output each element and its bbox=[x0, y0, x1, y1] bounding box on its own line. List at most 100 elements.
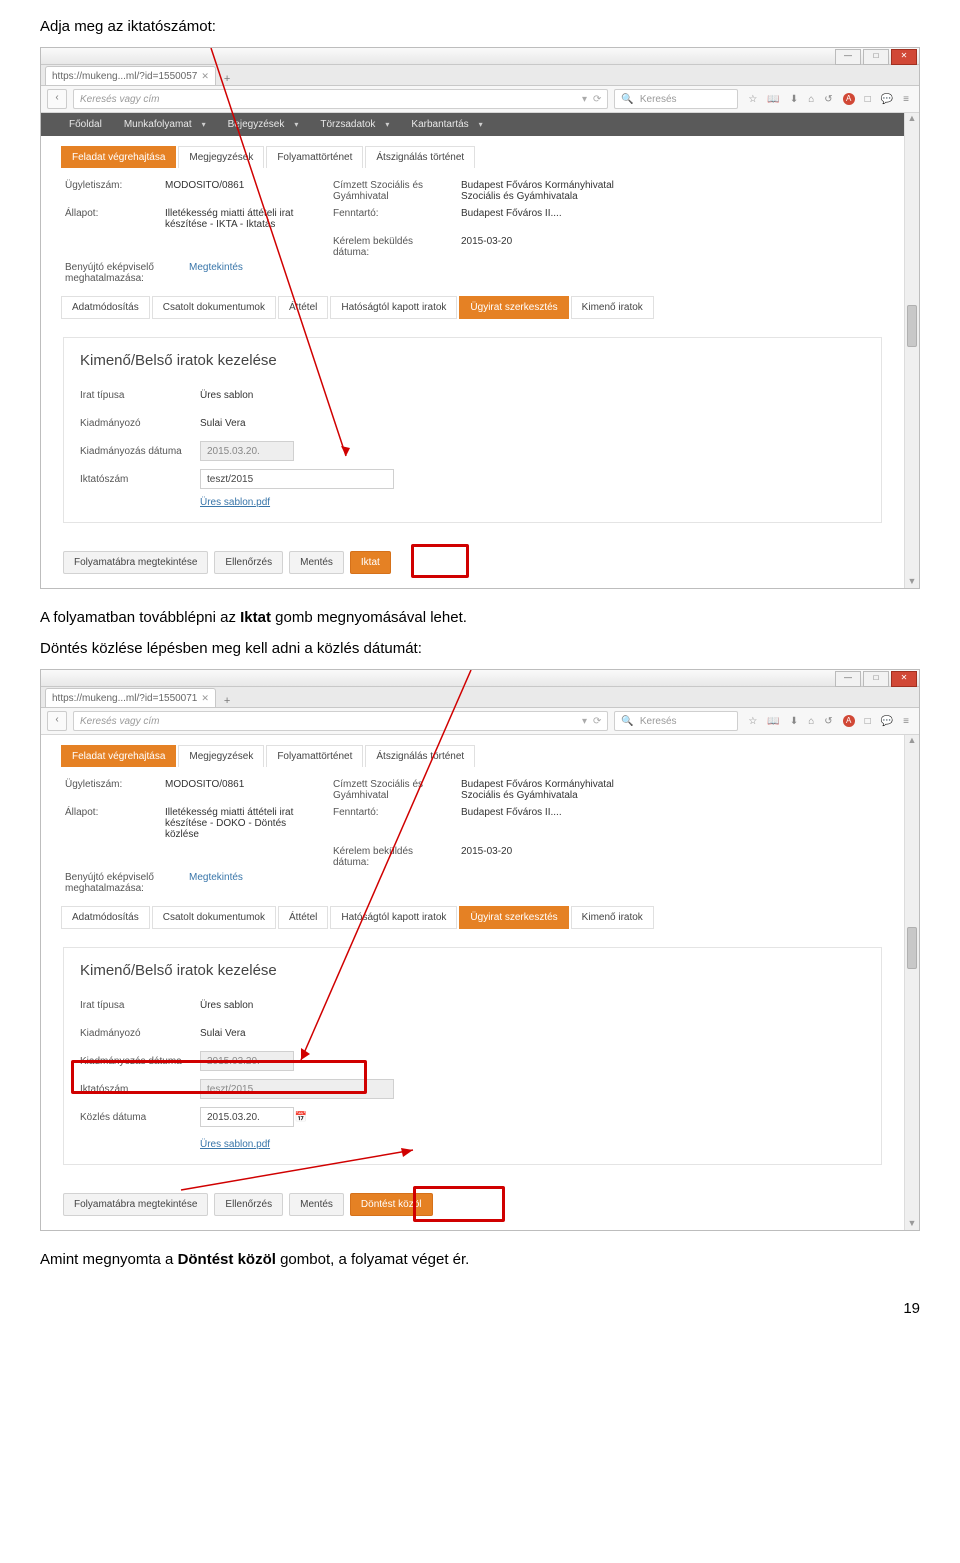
nav-item-karbantartas[interactable]: Karbantartás▾ bbox=[403, 117, 490, 132]
input-iktatoszam[interactable] bbox=[200, 469, 394, 489]
subtab-attetel[interactable]: Áttétel bbox=[278, 296, 328, 319]
subtab-csatolt[interactable]: Csatolt dokumentumok bbox=[152, 296, 276, 319]
adblock-icon[interactable]: A bbox=[843, 93, 855, 105]
chat-icon[interactable]: 💬 bbox=[881, 716, 893, 727]
value-kiadmanyozo: Sulai Vera bbox=[200, 418, 246, 429]
reload-icon[interactable]: ⟳ bbox=[593, 94, 601, 105]
tab-folyamattortenet[interactable]: Folyamattörténet bbox=[266, 146, 363, 168]
home-icon[interactable]: ⌂ bbox=[808, 94, 814, 105]
nav-item-bejegyzesek[interactable]: Bejegyzések▾ bbox=[220, 117, 307, 132]
input-kozles-datuma[interactable] bbox=[200, 1107, 294, 1127]
tab-megjegyzesek[interactable]: Megjegyzések bbox=[178, 146, 264, 168]
library-icon[interactable]: 📖 bbox=[767, 716, 779, 727]
link-megtekintes[interactable]: Megtekintés bbox=[189, 262, 243, 284]
adblock-icon[interactable]: A bbox=[843, 715, 855, 727]
link-sablon-pdf[interactable]: Üres sablon.pdf bbox=[200, 1139, 865, 1150]
btn-folyamatabra[interactable]: Folyamatábra megtekintése bbox=[63, 551, 208, 574]
scroll-down-icon[interactable]: ▼ bbox=[908, 576, 917, 588]
sync-icon[interactable]: ↺ bbox=[824, 94, 832, 105]
tab-close-icon[interactable]: ✕ bbox=[201, 693, 209, 704]
nav-item-munkafolyamat[interactable]: Munkafolyamat▾ bbox=[116, 117, 214, 132]
doc-line-1: Adja meg az iktatószámot: bbox=[40, 16, 920, 37]
tab-megjegyzesek[interactable]: Megjegyzések bbox=[178, 745, 264, 767]
window-maximize-button[interactable]: □ bbox=[863, 671, 889, 687]
subtab-adatmodositas[interactable]: Adatmódosítás bbox=[61, 906, 150, 929]
chat-icon[interactable]: 💬 bbox=[881, 94, 893, 105]
menu-icon[interactable]: ≡ bbox=[903, 94, 909, 105]
new-tab-button[interactable]: + bbox=[218, 695, 236, 707]
subtab-ugyirat[interactable]: Ügyirat szerkesztés bbox=[459, 906, 568, 929]
address-bar[interactable]: Keresés vagy cím ▾ ⟳ bbox=[73, 89, 608, 109]
subtab-hatosag[interactable]: Hatóságtól kapott iratok bbox=[330, 906, 457, 929]
btn-mentes[interactable]: Mentés bbox=[289, 551, 344, 574]
scroll-thumb[interactable] bbox=[907, 927, 917, 969]
scroll-up-icon[interactable]: ▲ bbox=[908, 735, 917, 747]
action-bar: Folyamatábra megtekintése Ellenőrzés Men… bbox=[41, 1183, 904, 1230]
library-icon[interactable]: 📖 bbox=[767, 94, 779, 105]
subtab-csatolt[interactable]: Csatolt dokumentumok bbox=[152, 906, 276, 929]
downloads-icon[interactable]: ⬇ bbox=[790, 94, 798, 105]
window-minimize-button[interactable]: — bbox=[835, 49, 861, 65]
window-close-button[interactable]: ✕ bbox=[891, 671, 917, 687]
bookmark-icon[interactable]: ☆ bbox=[748, 94, 757, 105]
subtab-attetel[interactable]: Áttétel bbox=[278, 906, 328, 929]
subtab-kimeno[interactable]: Kimenő iratok bbox=[571, 906, 654, 929]
window-close-button[interactable]: ✕ bbox=[891, 49, 917, 65]
scroll-down-icon[interactable]: ▼ bbox=[908, 1218, 917, 1230]
scrollbar[interactable]: ▲ ▼ bbox=[904, 113, 919, 588]
nav-item-fooldal[interactable]: Főoldal bbox=[61, 117, 110, 132]
home-icon[interactable]: ⌂ bbox=[808, 716, 814, 727]
btn-ellenorzes[interactable]: Ellenőrzés bbox=[214, 1193, 283, 1216]
browser-tab[interactable]: https://mukeng...ml/?id=1550071 ✕ bbox=[45, 688, 216, 707]
value-kerelem: 2015-03-20 bbox=[461, 846, 641, 868]
link-megtekintes[interactable]: Megtekintés bbox=[189, 872, 243, 894]
window-controls: — □ ✕ bbox=[41, 670, 919, 687]
details-grid: Ügyletiszám: MODOSITO/0861 Címzett Szoci… bbox=[41, 767, 904, 872]
address-bar[interactable]: Keresés vagy cím ▾ ⟳ bbox=[73, 711, 608, 731]
menu-icon[interactable]: ≡ bbox=[903, 716, 909, 727]
main-tabs: Feladat végrehajtása Megjegyzések Folyam… bbox=[41, 136, 904, 168]
btn-mentes[interactable]: Mentés bbox=[289, 1193, 344, 1216]
btn-iktat[interactable]: Iktat bbox=[350, 551, 391, 574]
dropdown-icon[interactable]: ▾ bbox=[582, 94, 587, 105]
nav-item-torzsadatok[interactable]: Törzsadatok▾ bbox=[312, 117, 397, 132]
back-button[interactable]: ‹ bbox=[47, 711, 67, 731]
scroll-thumb[interactable] bbox=[907, 305, 917, 347]
label-irat-tipusa: Irat típusa bbox=[80, 1000, 200, 1011]
search-bar[interactable]: 🔍 Keresés bbox=[614, 711, 738, 731]
tab-feladat[interactable]: Feladat végrehajtása bbox=[61, 745, 176, 767]
subtab-hatosag[interactable]: Hatóságtól kapott iratok bbox=[330, 296, 457, 319]
link-sablon-pdf[interactable]: Üres sablon.pdf bbox=[200, 497, 865, 508]
browser-tab-strip: https://mukeng...ml/?id=1550057 ✕ + bbox=[41, 65, 919, 86]
value-irat-tipusa: Üres sablon bbox=[200, 1000, 253, 1011]
window-maximize-button[interactable]: □ bbox=[863, 49, 889, 65]
subtab-adatmodositas[interactable]: Adatmódosítás bbox=[61, 296, 150, 319]
label-irat-tipusa: Irat típusa bbox=[80, 390, 200, 401]
downloads-icon[interactable]: ⬇ bbox=[790, 716, 798, 727]
back-button[interactable]: ‹ bbox=[47, 89, 67, 109]
sync-icon[interactable]: ↺ bbox=[824, 716, 832, 727]
dropdown-icon[interactable]: ▾ bbox=[582, 716, 587, 727]
tab-feladat[interactable]: Feladat végrehajtása bbox=[61, 146, 176, 168]
search-bar[interactable]: 🔍 Keresés bbox=[614, 89, 738, 109]
calendar-icon[interactable]: 📅 bbox=[294, 1112, 308, 1123]
browser-tab[interactable]: https://mukeng...ml/?id=1550057 ✕ bbox=[45, 66, 216, 85]
tab-atszignalas[interactable]: Átszignálás történet bbox=[365, 745, 475, 767]
btn-dontest-kozol[interactable]: Döntést közöl bbox=[350, 1193, 433, 1216]
btn-ellenorzes[interactable]: Ellenőrzés bbox=[214, 551, 283, 574]
scrollbar[interactable]: ▲ ▼ bbox=[904, 735, 919, 1230]
panel-icon[interactable]: □ bbox=[865, 716, 871, 727]
scroll-up-icon[interactable]: ▲ bbox=[908, 113, 917, 125]
window-minimize-button[interactable]: — bbox=[835, 671, 861, 687]
subtab-ugyirat[interactable]: Ügyirat szerkesztés bbox=[459, 296, 568, 319]
reload-icon[interactable]: ⟳ bbox=[593, 716, 601, 727]
panel-icon[interactable]: □ bbox=[865, 94, 871, 105]
subtab-kimeno[interactable]: Kimenő iratok bbox=[571, 296, 654, 319]
search-icon: 🔍 bbox=[621, 716, 633, 727]
new-tab-button[interactable]: + bbox=[218, 73, 236, 85]
tab-folyamattortenet[interactable]: Folyamattörténet bbox=[266, 745, 363, 767]
btn-folyamatabra[interactable]: Folyamatábra megtekintése bbox=[63, 1193, 208, 1216]
bookmark-icon[interactable]: ☆ bbox=[748, 716, 757, 727]
tab-close-icon[interactable]: ✕ bbox=[201, 71, 209, 82]
tab-atszignalas[interactable]: Átszignálás történet bbox=[365, 146, 475, 168]
